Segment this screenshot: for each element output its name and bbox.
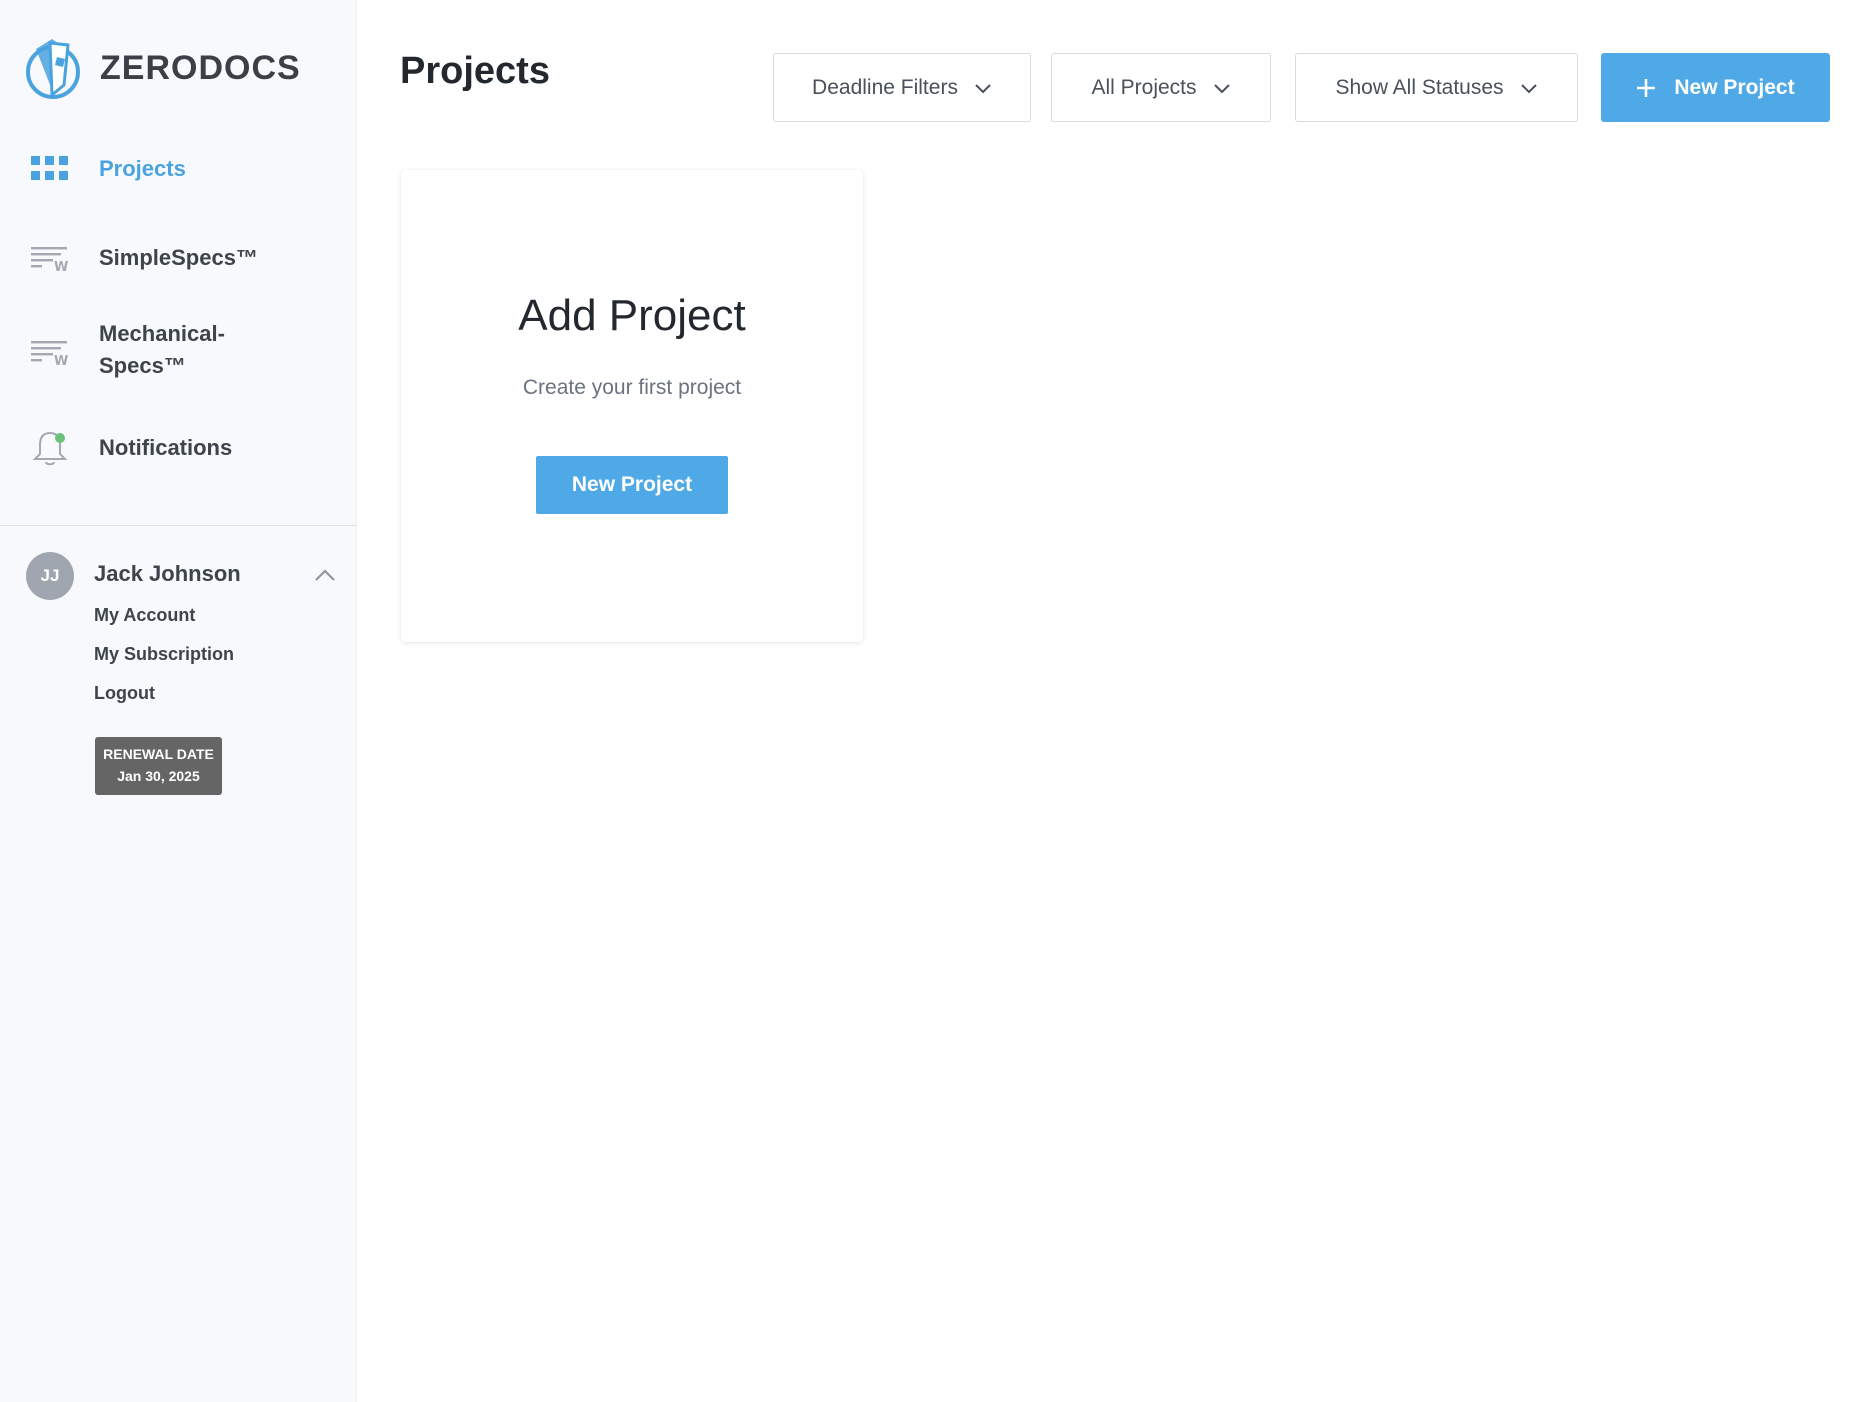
card-subtitle: Create your first project [522,376,742,399]
app-root: ZERODOCS Projects W SimpleSpecs™ W Mecha… [0,0,1860,1402]
plus-icon [1637,78,1656,97]
sidebar-item-projects[interactable]: Projects [0,149,357,189]
specs-doc-icon: W [30,238,70,278]
brand[interactable]: ZERODOCS [24,33,301,103]
chevron-up-icon[interactable] [314,564,336,586]
bell-icon [30,428,70,468]
my-subscription-link[interactable]: My Subscription [94,644,234,665]
svg-text:W: W [54,260,68,272]
specs-doc-icon: W [30,332,70,372]
renewal-date-badge: RENEWAL DATE Jan 30, 2025 [95,737,222,795]
my-account-link[interactable]: My Account [94,605,195,626]
svg-text:W: W [54,354,68,366]
sidebar-item-mechanical-specs[interactable]: W Mechanical- Specs™ [0,318,357,386]
sidebar-item-label: SimpleSpecs™ [99,245,258,270]
chevron-down-icon [1520,83,1537,93]
status-filter-dropdown[interactable]: Show All Statuses [1295,53,1578,122]
all-projects-dropdown[interactable]: All Projects [1051,53,1271,122]
button-label: New Project [1674,75,1795,99]
dropdown-label: Deadline Filters [812,75,958,99]
sidebar-item-label: Mechanical- Specs™ [99,321,225,378]
sidebar: ZERODOCS Projects W SimpleSpecs™ W Mecha… [0,0,357,1402]
sidebar-divider [0,525,357,526]
chevron-down-icon [975,83,991,93]
card-new-project-button[interactable]: New Project [536,456,728,514]
add-project-card: Add Project Create your first project Ne… [401,170,863,642]
card-title: Add Project [518,291,746,340]
sidebar-item-notifications[interactable]: Notifications [0,428,357,468]
zerodocs-logo-icon [26,39,80,99]
user-name[interactable]: Jack Johnson [94,561,241,587]
avatar[interactable]: JJ [26,552,74,600]
sidebar-item-label: Notifications [99,435,233,460]
dropdown-label: All Projects [1091,75,1197,99]
logout-link[interactable]: Logout [94,683,155,704]
chevron-down-icon [1213,83,1230,93]
deadline-filters-dropdown[interactable]: Deadline Filters [773,53,1031,122]
new-project-button[interactable]: New Project [1601,53,1830,122]
sidebar-item-simplespecs[interactable]: W SimpleSpecs™ [0,238,357,278]
dropdown-label: Show All Statuses [1335,75,1504,99]
grid-icon [30,149,70,189]
renewal-date: Jan 30, 2025 [117,768,200,784]
sidebar-item-label: Projects [99,156,186,181]
renewal-label: RENEWAL DATE [103,746,214,762]
brand-name: ZERODOCS [100,48,301,87]
page-title: Projects [400,50,550,92]
